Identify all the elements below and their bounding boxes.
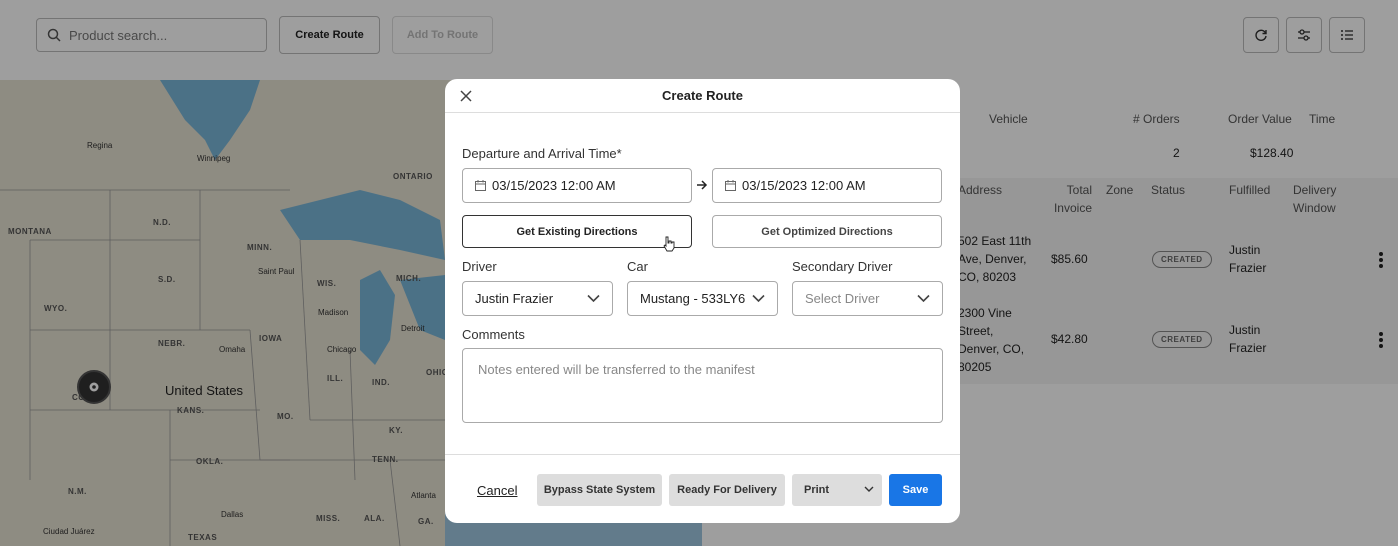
calendar-icon [475,180,486,191]
secondary-driver-select[interactable]: Select Driver [792,281,943,316]
print-dropdown[interactable]: Print [792,474,882,506]
car-value: Mustang - 533LY6 [640,291,746,306]
modal-header: Create Route [445,79,960,113]
arrow-right-icon [697,180,708,190]
modal-footer: Cancel Bypass State System Ready For Del… [445,454,960,523]
ready-for-delivery-button[interactable]: Ready For Delivery [669,474,785,506]
comments-label: Comments [462,327,525,342]
print-label: Print [804,484,830,496]
calendar-icon [725,180,736,191]
chevron-down-icon [587,294,600,303]
modal-title: Create Route [662,88,743,103]
create-route-modal: Create Route Departure and Arrival Time*… [445,79,960,523]
get-optimized-directions-button[interactable]: Get Optimized Directions [712,215,942,248]
driver-select[interactable]: Justin Frazier [462,281,613,316]
car-select[interactable]: Mustang - 533LY6 [627,281,778,316]
chevron-down-icon [917,294,930,303]
departure-time-value: 03/15/2023 12:00 AM [492,178,616,193]
hand-cursor-icon [663,236,675,252]
chevron-down-icon [864,486,874,492]
secondary-driver-label: Secondary Driver [792,259,893,274]
departure-label: Departure and Arrival Time* [462,146,622,161]
chevron-down-icon [752,294,765,303]
arrival-time-value: 03/15/2023 12:00 AM [742,178,866,193]
driver-value: Justin Frazier [475,291,554,306]
comments-textarea[interactable]: Notes entered will be transferred to the… [462,348,943,423]
bypass-state-system-button[interactable]: Bypass State System [537,474,662,506]
departure-time-field[interactable]: 03/15/2023 12:00 AM [462,168,692,203]
arrival-time-field[interactable]: 03/15/2023 12:00 AM [712,168,942,203]
driver-label: Driver [462,259,497,274]
car-label: Car [627,259,648,274]
save-button[interactable]: Save [889,474,942,506]
get-existing-directions-button[interactable]: Get Existing Directions [462,215,692,248]
cancel-link[interactable]: Cancel [477,483,517,498]
comments-placeholder: Notes entered will be transferred to the… [478,362,755,377]
secondary-driver-placeholder: Select Driver [805,291,880,306]
